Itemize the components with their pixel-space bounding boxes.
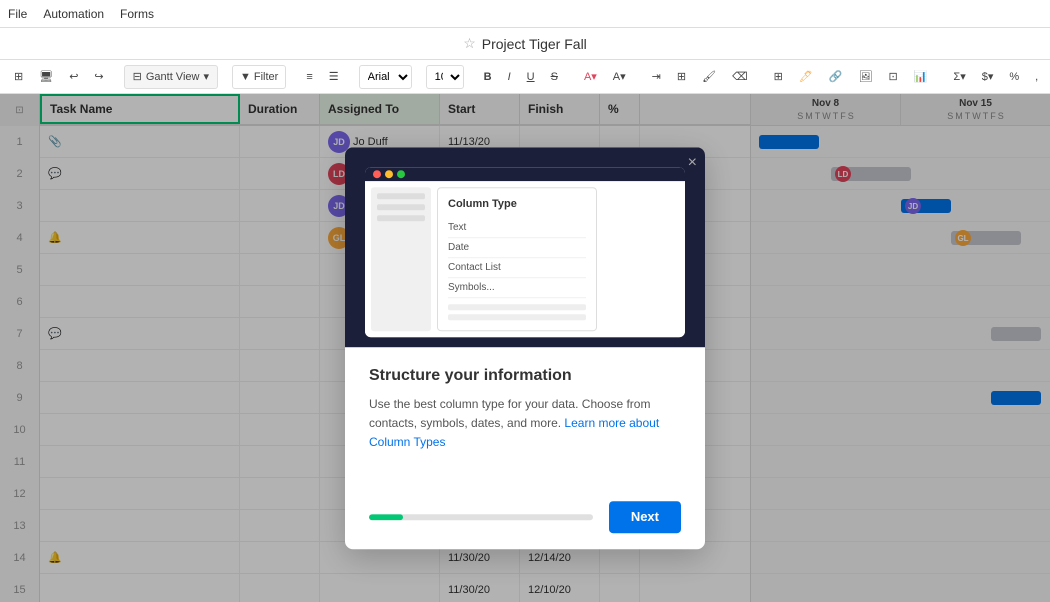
modal-inner-preview: Column Type Text Date Contact List Symbo…: [365, 167, 685, 337]
preview-extra-lines: [448, 304, 586, 310]
project-title: ☆ Project Tiger Fall: [463, 35, 587, 52]
sidebar-line-3: [377, 215, 425, 221]
currency-btn[interactable]: $▾: [976, 65, 1000, 89]
preview-window-header: [365, 167, 685, 181]
modal-preview-area: × Column Type Text: [345, 147, 705, 347]
preview-sidebar: [371, 187, 431, 331]
gantt-view-button[interactable]: ⊟ Gantt View ▾: [124, 65, 218, 89]
toolbar-icon-grid[interactable]: ⊞: [8, 65, 29, 89]
title-text: Project Tiger Fall: [482, 36, 587, 52]
wrap-button[interactable]: ⇥: [646, 65, 667, 89]
align-center-icon[interactable]: ☰: [323, 65, 345, 89]
preview-body: Column Type Text Date Contact List Symbo…: [365, 181, 685, 337]
col-type-text[interactable]: Text: [448, 218, 586, 238]
star-icon[interactable]: ☆: [463, 35, 476, 52]
modal-heading: Structure your information: [369, 367, 681, 385]
modal-description: Use the best column type for your data. …: [369, 395, 681, 453]
col-type-symbols[interactable]: Symbols...: [448, 278, 586, 298]
link-button[interactable]: 🔗: [823, 65, 849, 89]
preview-extra-lines-2: [448, 314, 586, 320]
image-button[interactable]: 🖼: [853, 65, 879, 89]
font-select[interactable]: Arial: [359, 65, 412, 89]
gantt-view-label: Gantt View: [146, 71, 200, 83]
menu-file[interactable]: File: [8, 7, 27, 21]
main-content: ⊡ Task Name Duration Assigned To Start F…: [0, 94, 1050, 602]
formula-btn[interactable]: Σ▾: [947, 65, 971, 89]
toolbar-icon-monitor[interactable]: 🖥: [33, 65, 59, 89]
preview-main: Column Type Text Date Contact List Symbo…: [437, 187, 679, 331]
sidebar-line-2: [377, 204, 425, 210]
modal-footer: Next: [345, 489, 705, 549]
chart-button[interactable]: 📊: [908, 65, 934, 89]
filter-button[interactable]: ▼ Filter: [232, 65, 286, 89]
menu-automation[interactable]: Automation: [43, 7, 104, 21]
toolbar: ⊞ 🖥 ↩ ↪ ⊟ Gantt View ▾ ▼ Filter ≡ ☰ Aria…: [0, 60, 1050, 94]
col-type-date[interactable]: Date: [448, 238, 586, 258]
toolbar-undo[interactable]: ↩: [63, 65, 84, 89]
font-size-select[interactable]: 10: [426, 65, 464, 89]
paint-format[interactable]: 🖌: [696, 65, 722, 89]
col-type-panel-title: Column Type: [448, 198, 586, 210]
erase-button[interactable]: ⌫: [726, 65, 754, 89]
col-type-contact[interactable]: Contact List: [448, 258, 586, 278]
italic-button[interactable]: I: [502, 65, 517, 89]
percent-btn[interactable]: %: [1003, 65, 1025, 89]
embed-button[interactable]: ⊡: [882, 65, 903, 89]
table-icon[interactable]: ⊞: [768, 65, 789, 89]
window-dot-red: [373, 170, 381, 178]
underline-button[interactable]: U: [521, 65, 541, 89]
menu-forms[interactable]: Forms: [120, 7, 154, 21]
highlight-cell[interactable]: 🖊: [793, 65, 819, 89]
merge-button[interactable]: ⊞: [671, 65, 692, 89]
progress-bar: [369, 514, 593, 520]
toolbar-redo[interactable]: ↪: [88, 65, 109, 89]
next-button[interactable]: Next: [609, 501, 681, 533]
onboarding-modal: × Column Type Text: [345, 147, 705, 549]
comma-btn[interactable]: ,: [1029, 65, 1044, 89]
progress-bar-fill: [369, 514, 403, 520]
text-color-button[interactable]: A▾: [607, 65, 632, 89]
title-bar: ☆ Project Tiger Fall: [0, 28, 1050, 60]
align-left-icon[interactable]: ≡: [300, 65, 318, 89]
modal-close-button[interactable]: ×: [688, 155, 697, 171]
column-type-panel: Column Type Text Date Contact List Symbo…: [437, 187, 597, 331]
bold-button[interactable]: B: [478, 65, 498, 89]
gantt-icon: ⊟: [133, 70, 142, 83]
modal-body: Structure your information Use the best …: [345, 347, 705, 489]
filter-icon: ▼: [240, 71, 251, 83]
highlight-button[interactable]: A▾: [578, 65, 603, 89]
window-dot-green: [397, 170, 405, 178]
gantt-dropdown-icon: ▾: [203, 70, 209, 83]
filter-label: Filter: [254, 71, 278, 83]
menu-bar: File Automation Forms: [0, 0, 1050, 28]
sidebar-line-1: [377, 193, 425, 199]
window-dot-yellow: [385, 170, 393, 178]
strikethrough-button[interactable]: S: [545, 65, 564, 89]
